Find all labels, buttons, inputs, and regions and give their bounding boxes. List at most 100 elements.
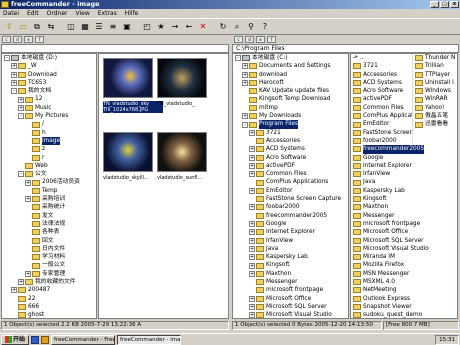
list-item[interactable]: TTPlayer [413,71,457,79]
tree-node[interactable]: + Common Files [233,170,348,178]
drive-f-button[interactable]: f [35,36,44,43]
expand-toggle-icon[interactable]: + [249,295,255,302]
list-item[interactable]: Kingsoft [351,195,457,203]
expand-toggle-icon[interactable]: + [249,146,255,153]
tree-node[interactable]: h [2,129,96,137]
folder-up-icon[interactable]: ⇧ [3,21,15,33]
drive-d-button[interactable]: d [13,36,22,43]
tree-node[interactable]: r [2,154,96,162]
expand-toggle-icon[interactable]: + [249,204,255,211]
tree-node[interactable]: - 本地磁盘 (C:) [233,54,348,62]
refresh-icon[interactable]: ↻ [217,21,229,33]
tree-node[interactable]: microsoft frontpage [233,286,348,294]
tree-node[interactable]: + Download [2,71,96,79]
tree-node[interactable]: + IrfanView [233,237,348,245]
expand-toggle-icon[interactable]: + [242,71,248,78]
system-tray-clock[interactable]: 15:31 [435,335,459,345]
thumbnail-image[interactable] [103,58,153,98]
tree-node[interactable]: ComPlus Applications [233,178,348,186]
tree-node[interactable]: 发文 [2,212,96,220]
list-item[interactable]: Microsoft Office [351,228,457,236]
expand-toggle-icon[interactable]: + [249,254,255,261]
tree-node[interactable]: +3721 [233,129,348,137]
expand-toggle-icon[interactable]: + [242,63,248,70]
list-item[interactable]: microsoft frontpage [351,220,457,228]
expand-toggle-icon[interactable]: + [18,279,24,286]
list-item[interactable]: Microsoft Visual Studio [351,245,457,253]
right-folder-tree[interactable]: - 本地磁盘 (C:) + Documents and Settings + downlo… [232,53,349,319]
tree-node[interactable]: + Microsoft Office [233,295,348,303]
tree-node[interactable]: + 我的收藏的文件 [2,278,96,286]
expand-toggle-icon[interactable]: + [249,229,255,236]
maximize-button[interactable]: □ [440,1,449,8]
arrow-left-icon[interactable]: ← [183,21,195,33]
list-item[interactable]: NetMeeting [351,286,457,294]
menu-item[interactable]: Datei [3,9,19,18]
list-item[interactable]: Kaspersky Lab [351,187,457,195]
arrow-right-icon[interactable]: → [169,21,181,33]
list-item[interactable]: Yahoo! [413,104,457,112]
expand-toggle-icon[interactable]: + [249,171,255,178]
list-item[interactable]: Messenger [351,212,457,220]
tree-node[interactable]: + Microsoft SQL Server [233,303,348,311]
tree-node[interactable]: 采购统计 [2,203,96,211]
tree-node[interactable]: image [2,136,96,146]
tree-node[interactable]: 学习材料 [2,253,96,261]
drive-c-button[interactable]: c [2,36,11,43]
folder-icon[interactable]: ▭ [17,21,29,33]
help-icon[interactable]: ? [259,21,271,33]
tree-node[interactable]: - My Pictures [2,112,96,120]
list-item[interactable]: Windows [413,87,457,95]
expand-toggle-icon[interactable]: - [242,121,248,128]
tree-node[interactable]: ghost [2,311,96,318]
menu-item[interactable]: Extras [98,9,117,18]
tree-node[interactable]: - 我的文档 [2,87,96,95]
expand-toggle-icon[interactable]: + [249,221,255,228]
drive-f-button[interactable]: f [267,36,276,43]
expand-toggle-icon[interactable]: + [11,63,17,70]
menu-item[interactable]: Hilfe [125,9,139,18]
bookmark-icon[interactable]: ★ [155,21,167,33]
thumbnail-image[interactable] [157,58,207,98]
list-icon[interactable]: ☰ [93,21,105,33]
tree-node[interactable]: + Music [2,104,96,112]
expand-toggle-icon[interactable]: + [18,104,24,111]
right-file-list[interactable]: ⬏.. 3721 Accessories ACD Systems Acro Softwa… [350,53,458,319]
tree-node[interactable]: +12 [2,95,96,103]
move-icon[interactable]: ⇆ [45,21,57,33]
tree-node[interactable]: - 本地磁盘 (D:) [2,54,96,62]
tree-node[interactable]: + foobar2000 [233,203,348,211]
tree-node[interactable]: + 专家管理 [2,270,96,278]
list-item[interactable]: IrfanView [351,170,457,178]
tree-node[interactable]: + Heroсoft [233,79,348,87]
expand-toggle-icon[interactable]: + [249,129,255,136]
list-item[interactable]: MSXML 4.0 [351,278,457,286]
tree-node[interactable]: z [2,145,96,153]
grid-icon[interactable]: ▦ [79,21,91,33]
copy-icon[interactable]: ⧉ [31,21,43,33]
tree-node[interactable]: Kingsoft Temp Download [233,95,348,103]
view-icon[interactable]: ◫ [65,21,77,33]
expand-toggle-icon[interactable]: + [249,163,255,169]
expand-toggle-icon[interactable]: + [249,262,255,269]
list-item[interactable]: Uninstall I [413,79,457,87]
expand-toggle-icon[interactable]: + [249,154,255,161]
expand-toggle-icon[interactable]: + [11,71,17,78]
thumbnail-image[interactable] [103,132,153,172]
tree-node[interactable]: - 公文 [2,170,96,178]
list-item[interactable]: freecommander2005 [351,145,457,154]
expand-toggle-icon[interactable]: + [18,96,24,103]
menu-item[interactable]: View [76,9,90,18]
drive-d-button[interactable]: d [245,36,254,43]
tree-node[interactable]: + Documents and Settings [233,62,348,70]
expand-toggle-icon[interactable]: - [11,88,17,95]
tree-node[interactable]: 法律法规 [2,220,96,228]
tree-node[interactable]: + _W [2,62,96,70]
left-thumbnail-view[interactable]: TN_vladstudio_sky TIII_1024x768.JPG TN_vl… [98,53,229,319]
expand-toggle-icon[interactable]: + [25,196,31,203]
tree-node[interactable]: + download [233,71,348,79]
tree-node[interactable]: + TC653 [2,79,96,87]
tree-node[interactable]: + activePDF [233,162,348,170]
list-item[interactable]: Internet Explorer [351,162,457,170]
expand-toggle-icon[interactable]: + [249,245,255,252]
